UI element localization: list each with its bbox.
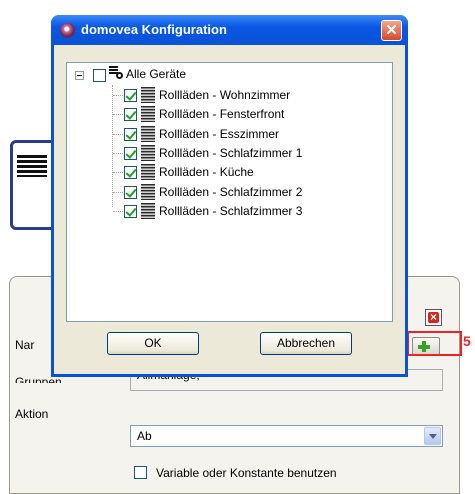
tree-item-label: Rollläden - Wohnzimmer	[159, 88, 291, 102]
domovea-globe-icon	[60, 23, 75, 38]
tree-item-label: Rollläden - Schlafzimmer 1	[159, 146, 303, 160]
tree-connector	[113, 192, 123, 193]
dialog-client-area: Alle Geräte Rollläden - Wohnzimmer Rolllä…	[54, 45, 405, 374]
tree-item[interactable]: Rollläden - Schlafzimmer 1	[67, 145, 387, 162]
tree-connector	[113, 95, 123, 96]
step-number: 5	[463, 333, 471, 349]
blinds-key-icon	[109, 66, 125, 82]
variable-checkbox[interactable]	[134, 466, 147, 479]
tree-item-checkbox[interactable]	[124, 108, 137, 121]
tree-item[interactable]: Rollläden - Schlafzimmer 2	[67, 184, 387, 201]
roller-shutter-icon	[141, 126, 155, 142]
collapse-toggle-icon[interactable]	[75, 71, 84, 80]
tree-connector	[113, 114, 123, 115]
tree-item[interactable]: Rollläden - Wohnzimmer	[67, 87, 387, 104]
close-button[interactable]: ✕	[381, 20, 402, 41]
tree-item-checkbox[interactable]	[124, 186, 137, 199]
action-select-value: Ab	[137, 429, 152, 443]
name-label: Nar	[15, 338, 35, 352]
tree-item-label: Rollläden - Schlafzimmer 2	[159, 185, 303, 199]
tree-item-checkbox[interactable]	[124, 89, 137, 102]
action-select[interactable]: Ab	[130, 425, 443, 447]
ok-button[interactable]: OK	[107, 332, 199, 355]
highlight-box	[407, 331, 462, 356]
tree-connector	[113, 172, 123, 173]
variable-checkbox-label: Variable oder Konstante benutzen	[156, 466, 337, 480]
tree-item-label: Rollläden - Esszimmer	[159, 127, 280, 141]
tree-item[interactable]: Rollläden - Schlafzimmer 3	[67, 203, 387, 220]
tree-item[interactable]: Rollläden - Esszimmer	[67, 126, 387, 143]
tree-item-checkbox[interactable]	[124, 166, 137, 179]
tree-item-label: Rollläden - Schlafzimmer 3	[159, 204, 303, 218]
chevron-down-icon[interactable]	[424, 427, 441, 445]
device-tree[interactable]: Alle Geräte Rollläden - Wohnzimmer Rolllä…	[66, 62, 393, 322]
roller-shutter-icon	[141, 145, 155, 161]
roller-shutter-icon	[141, 164, 155, 180]
roller-shutter-icon	[141, 87, 155, 103]
tree-item[interactable]: Rollläden - Küche	[67, 164, 387, 181]
dialog-title: domovea Konfiguration	[81, 22, 227, 37]
tree-root-label[interactable]: Alle Geräte	[126, 67, 186, 83]
red-x-icon[interactable]: ×	[425, 309, 442, 326]
tree-item-checkbox[interactable]	[124, 205, 137, 218]
action-label: Aktion	[15, 407, 49, 421]
tree-connector	[113, 211, 123, 212]
cancel-button[interactable]: Abbrechen	[260, 332, 352, 355]
roller-shutter-icon	[141, 184, 155, 200]
tree-item[interactable]: Rollläden - Fensterfront	[67, 106, 387, 123]
tree-connector	[113, 153, 123, 154]
tree-item-label: Rollläden - Fensterfront	[159, 107, 285, 121]
tree-item-checkbox[interactable]	[124, 147, 137, 160]
tree-item-checkbox[interactable]	[124, 128, 137, 141]
blind-stripes-icon	[17, 155, 47, 177]
root-checkbox[interactable]	[93, 69, 106, 82]
tree-connector	[113, 134, 123, 135]
roller-shutter-icon	[141, 203, 155, 219]
tree-item-label: Rollläden - Küche	[159, 165, 254, 179]
dialog-titlebar[interactable]: domovea Konfiguration ✕	[51, 15, 408, 45]
roller-shutter-icon	[141, 106, 155, 122]
configuration-dialog: domovea Konfiguration ✕ Alle Geräte Roll…	[51, 15, 408, 377]
